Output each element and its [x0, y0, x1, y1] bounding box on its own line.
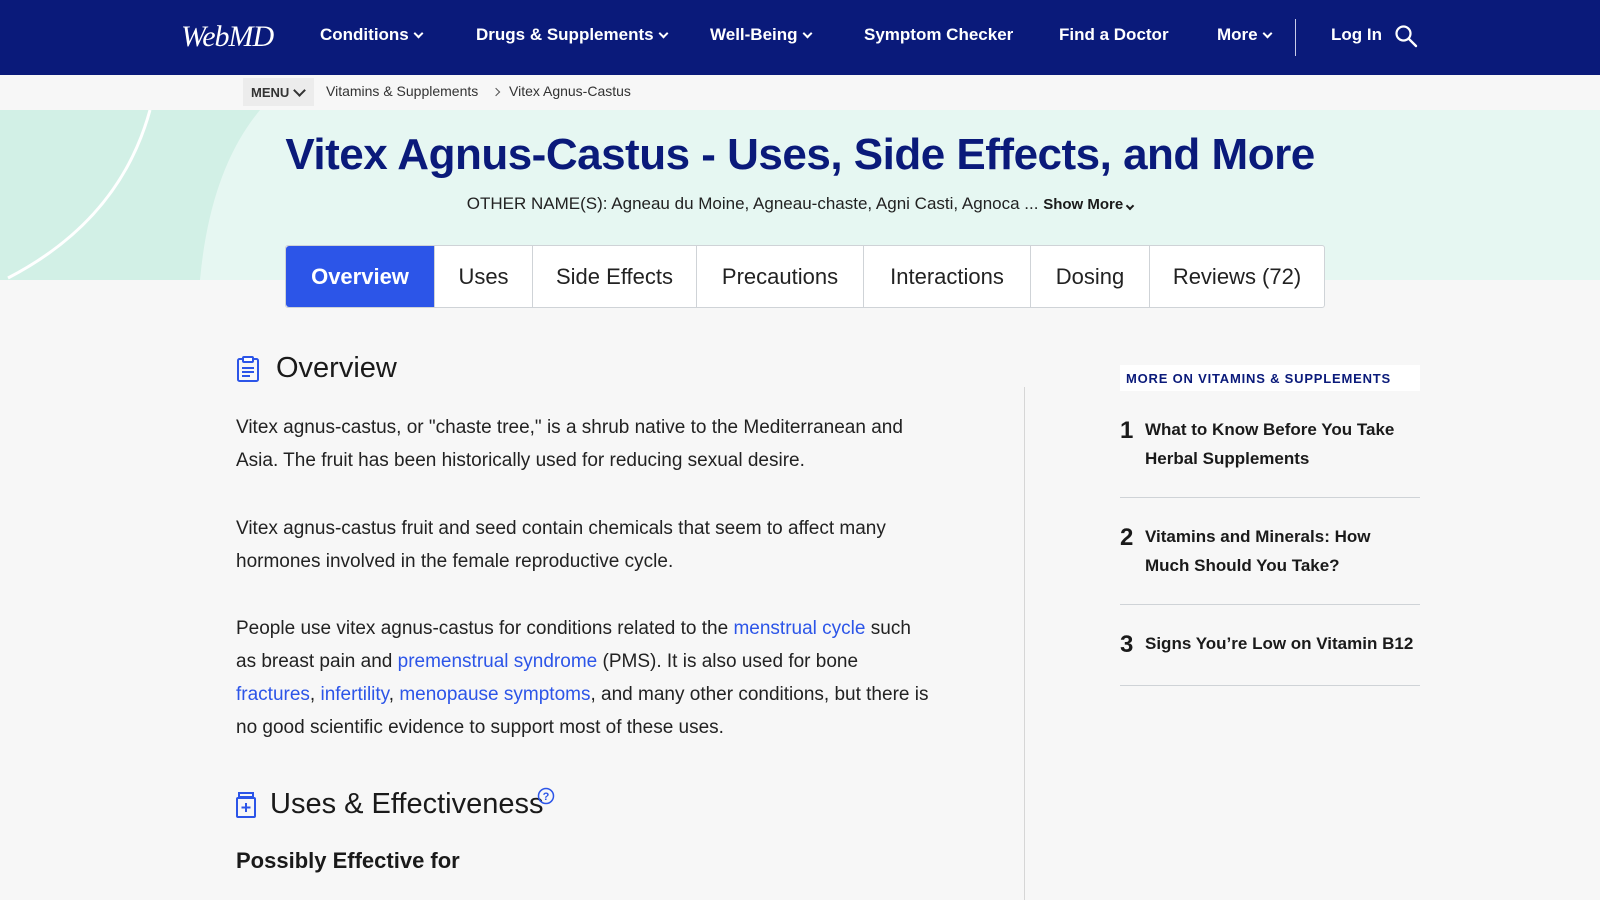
nav-find-doctor-label: Find a Doctor [1059, 25, 1169, 44]
show-more-label: Show More [1043, 196, 1124, 213]
breadcrumb: MENU Vitamins & Supplements Vitex Agnus-… [0, 75, 1600, 110]
medicine-bottle-icon [236, 791, 256, 818]
link-infertility[interactable]: infertility [320, 684, 388, 705]
link-menopause-symptoms[interactable]: menopause symptoms [399, 684, 590, 705]
top-navigation: WebMD Conditions Drugs & Supplements Wel… [0, 0, 1600, 75]
sidebar-article-1[interactable]: 1 What to Know Before You Take Herbal Su… [1120, 405, 1420, 498]
search-icon[interactable] [1394, 24, 1418, 48]
tab-reviews[interactable]: Reviews (72) [1150, 246, 1324, 307]
menu-button[interactable]: MENU [243, 78, 315, 106]
chevron-down-icon [1125, 201, 1135, 211]
nav-find-a-doctor[interactable]: Find a Doctor [1059, 25, 1169, 45]
chevron-down-icon [802, 28, 812, 38]
tab-precautions[interactable]: Precautions [697, 246, 864, 307]
sidebar-article-2[interactable]: 2 Vitamins and Minerals: How Much Should… [1120, 512, 1420, 605]
sidebar-article-3[interactable]: 3 Signs You’re Low on Vitamin B12 [1120, 619, 1420, 686]
other-names-text: OTHER NAME(S): Agneau du Moine, Agneau-c… [466, 194, 1039, 213]
chevron-down-icon [1262, 28, 1273, 38]
p3-text: , [388, 684, 400, 705]
chevron-down-icon [658, 28, 669, 38]
nav-conditions[interactable]: Conditions [320, 25, 424, 45]
svg-text:?: ? [543, 791, 550, 803]
tab-uses[interactable]: Uses [435, 246, 533, 307]
possibly-effective-heading: Possibly Effective for [236, 848, 460, 873]
sidebar-number: 3 [1120, 631, 1134, 658]
sidebar-article-title: Signs You’re Low on Vitamin B12 [1145, 634, 1414, 653]
nav-drugs-supplements[interactable]: Drugs & Supplements [476, 25, 669, 45]
page-title: Vitex Agnus-Castus - Uses, Side Effects,… [285, 130, 1315, 179]
nav-more-label: More [1217, 25, 1258, 44]
tab-interactions[interactable]: Interactions [864, 246, 1031, 307]
overview-paragraph-2: Vitex agnus-castus fruit and seed contai… [236, 518, 886, 572]
sidebar-article-title: What to Know Before You Take Herbal Supp… [1145, 420, 1395, 468]
chevron-down-icon [293, 83, 307, 97]
p3-text: (PMS). It is also used for bone [597, 651, 859, 672]
clipboard-icon [237, 355, 259, 382]
breadcrumb-vitamins-supplements[interactable]: Vitamins & Supplements [326, 83, 478, 99]
tab-side-effects[interactable]: Side Effects [533, 246, 697, 307]
menu-label: MENU [251, 84, 290, 100]
webmd-logo[interactable]: WebMD [181, 20, 274, 54]
chevron-right-icon [491, 87, 501, 97]
uses-heading-text: Uses & Effectiveness [270, 788, 544, 820]
p3-text: , [309, 684, 321, 705]
section-tabs: Overview Uses Side Effects Precautions I… [285, 245, 1325, 308]
login-link[interactable]: Log In [1331, 25, 1382, 45]
chevron-down-icon [413, 28, 424, 38]
content-divider [1024, 387, 1025, 900]
tab-dosing[interactable]: Dosing [1031, 246, 1150, 307]
other-names: OTHER NAME(S): Agneau du Moine, Agneau-c… [0, 194, 1600, 214]
nav-symptom-checker-label: Symptom Checker [864, 25, 1014, 44]
show-more-button[interactable]: Show More [1043, 196, 1135, 213]
nav-drugs-label: Drugs & Supplements [476, 25, 654, 44]
nav-more[interactable]: More [1217, 25, 1273, 45]
nav-well-being[interactable]: Well-Being [710, 25, 812, 45]
nav-well-being-label: Well-Being [710, 25, 798, 44]
sidebar-article-title: Vitamins and Minerals: How Much Should Y… [1145, 527, 1371, 575]
uses-heading: Uses & Effectiveness [236, 788, 543, 821]
link-fractures[interactable]: fractures [236, 684, 310, 705]
link-menstrual-cycle[interactable]: menstrual cycle [733, 618, 865, 639]
breadcrumb-current[interactable]: Vitex Agnus-Castus [509, 83, 631, 99]
help-icon[interactable]: ? [537, 787, 555, 805]
nav-conditions-label: Conditions [320, 25, 409, 44]
nav-divider [1295, 19, 1296, 56]
overview-paragraph-1: Vitex agnus-castus, or "chaste tree," is… [236, 417, 903, 471]
sidebar-number: 2 [1120, 524, 1134, 551]
overview-heading-text: Overview [276, 352, 397, 384]
login-label: Log In [1331, 25, 1382, 44]
sidebar-number: 1 [1120, 417, 1134, 444]
sidebar-label: MORE ON VITAMINS & SUPPLEMENTS [1120, 365, 1420, 391]
nav-symptom-checker[interactable]: Symptom Checker [864, 25, 1013, 45]
tab-overview[interactable]: Overview [286, 246, 435, 307]
overview-heading: Overview [236, 352, 397, 385]
link-premenstrual-syndrome[interactable]: premenstrual syndrome [398, 651, 598, 672]
overview-paragraph-3: People use vitex agnus-castus for condit… [236, 612, 936, 744]
p3-text: People use vitex agnus-castus for condit… [236, 618, 734, 639]
